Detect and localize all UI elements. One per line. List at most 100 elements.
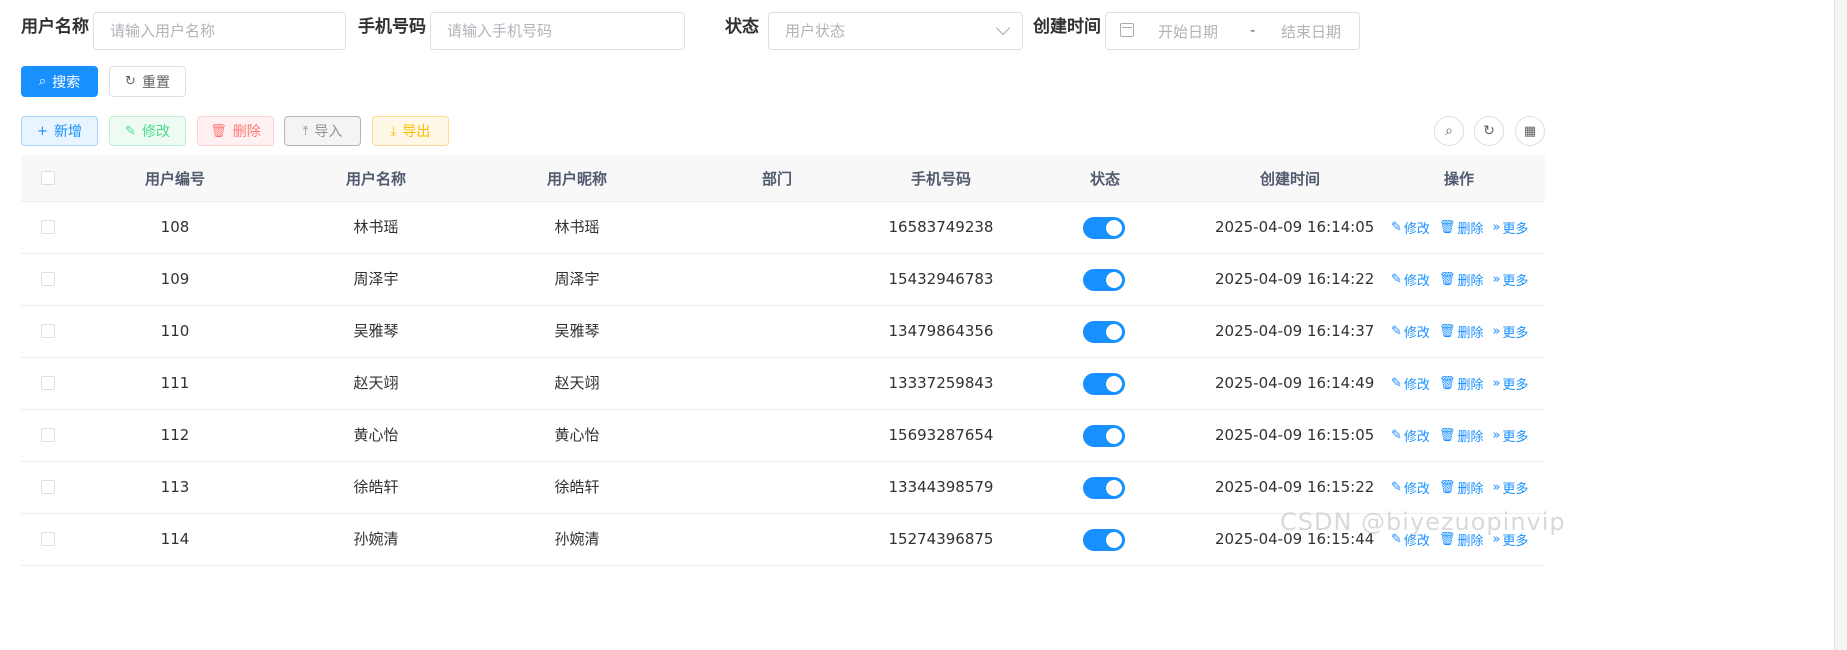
row-more-link[interactable]: » 更多	[1492, 270, 1528, 289]
col-status: 状态	[1089, 169, 1120, 188]
row-checkbox[interactable]	[41, 324, 55, 338]
status-toggle[interactable]	[1083, 477, 1125, 499]
trash-icon: 🗑	[1438, 376, 1456, 391]
row-delete-link[interactable]: 🗑 删除	[1439, 478, 1484, 497]
cell-created-time: 2025-04-09 16:14:37	[1215, 322, 1375, 340]
user-table: 用户编号 用户名称 用户昵称 部门 手机号码 状态 创建时间 操作 108 林书瑶…	[21, 155, 1545, 566]
edit-button-label: 修改	[141, 124, 170, 140]
cell-phone: 13479864356	[888, 322, 994, 340]
status-toggle[interactable]	[1083, 529, 1125, 551]
row-checkbox[interactable]	[41, 480, 55, 494]
cell-nickname: 林书瑶	[554, 218, 600, 236]
cell-user-id: 109	[160, 270, 190, 288]
search-icon: ⌕	[38, 74, 47, 89]
row-edit-link[interactable]: ✎ 修改	[1391, 478, 1430, 497]
row-more-link[interactable]: » 更多	[1492, 322, 1528, 341]
search-icon: ⌕	[1445, 123, 1453, 139]
status-toggle[interactable]	[1083, 269, 1125, 291]
row-actions: ✎ 修改 🗑 删除 » 更多	[1391, 410, 1528, 461]
table-row: 111 赵天翊 赵天翊 13337259843 2025-04-09 16:14:49 ✎…	[21, 358, 1545, 410]
phone-input-wrap[interactable]	[430, 12, 685, 50]
row-checkbox[interactable]	[41, 272, 55, 286]
status-select-input[interactable]	[769, 13, 1022, 49]
row-edit-label: 修改	[1403, 482, 1430, 497]
cell-nickname: 徐皓轩	[554, 478, 600, 496]
delete-button[interactable]: 🗑 删除	[197, 116, 274, 146]
status-select[interactable]	[768, 12, 1023, 50]
cell-nickname: 赵天翊	[554, 374, 600, 392]
row-more-link[interactable]: » 更多	[1492, 218, 1528, 237]
row-delete-link[interactable]: 🗑 删除	[1439, 218, 1484, 237]
delete-button-label: 删除	[232, 124, 261, 140]
row-checkbox[interactable]	[41, 220, 55, 234]
add-button[interactable]: + 新增	[21, 116, 98, 146]
double-chevron-right-icon: »	[1492, 480, 1501, 495]
row-checkbox[interactable]	[41, 428, 55, 442]
col-phone: 手机号码	[910, 169, 971, 188]
date-start-placeholder[interactable]: 开始日期	[1158, 21, 1218, 42]
page-scrollbar[interactable]	[1834, 0, 1847, 650]
reset-button[interactable]: ↻ 重置	[109, 66, 186, 97]
select-all-checkbox[interactable]	[41, 171, 55, 185]
col-created-time: 创建时间	[1259, 169, 1320, 188]
trash-icon: 🗑	[1438, 480, 1456, 495]
row-delete-link[interactable]: 🗑 删除	[1439, 426, 1484, 445]
status-toggle[interactable]	[1083, 217, 1125, 239]
table-header: 用户编号 用户名称 用户昵称 部门 手机号码 状态 创建时间 操作	[21, 155, 1545, 202]
row-more-link[interactable]: » 更多	[1492, 374, 1528, 393]
cell-user-id: 110	[160, 322, 190, 340]
cell-nickname: 吴雅琴	[554, 322, 600, 340]
plus-icon: +	[37, 123, 48, 139]
row-delete-label: 删除	[1457, 378, 1484, 393]
username-input-wrap[interactable]	[93, 12, 346, 50]
phone-label: 手机号码	[358, 17, 426, 37]
row-edit-link[interactable]: ✎ 修改	[1391, 270, 1430, 289]
row-checkbox[interactable]	[41, 532, 55, 546]
row-edit-link[interactable]: ✎ 修改	[1391, 374, 1430, 393]
status-toggle[interactable]	[1083, 425, 1125, 447]
col-user-id: 用户编号	[144, 169, 205, 188]
row-delete-label: 删除	[1457, 222, 1484, 237]
col-department: 部门	[761, 169, 792, 188]
row-edit-link[interactable]: ✎ 修改	[1391, 322, 1430, 341]
row-edit-link[interactable]: ✎ 修改	[1391, 218, 1430, 237]
add-button-label: 新增	[53, 124, 82, 140]
cell-created-time: 2025-04-09 16:15:05	[1215, 426, 1375, 444]
export-button[interactable]: ⤓ 导出	[372, 116, 449, 146]
row-delete-link[interactable]: 🗑 删除	[1439, 270, 1484, 289]
import-button[interactable]: ⤒ 导入	[284, 116, 361, 146]
row-actions: ✎ 修改 🗑 删除 » 更多	[1391, 462, 1528, 513]
cell-phone: 15693287654	[888, 426, 994, 444]
row-checkbox[interactable]	[41, 376, 55, 390]
cell-nickname: 孙婉清	[554, 530, 600, 548]
row-more-label: 更多	[1502, 222, 1529, 237]
cell-username: 周泽宇	[353, 270, 399, 288]
cell-created-time: 2025-04-09 16:15:22	[1215, 478, 1375, 496]
row-more-link[interactable]: » 更多	[1492, 478, 1528, 497]
status-toggle[interactable]	[1083, 373, 1125, 395]
date-separator: -	[1250, 21, 1256, 39]
search-button[interactable]: ⌕ 搜索	[21, 66, 98, 97]
row-delete-link[interactable]: 🗑 删除	[1439, 374, 1484, 393]
row-more-link[interactable]: » 更多	[1492, 426, 1528, 445]
date-end-placeholder[interactable]: 结束日期	[1281, 21, 1341, 42]
row-actions: ✎ 修改 🗑 删除 » 更多	[1391, 202, 1528, 253]
phone-input[interactable]	[431, 13, 684, 49]
double-chevron-right-icon: »	[1492, 220, 1501, 235]
toggle-search-button[interactable]: ⌕	[1434, 116, 1464, 146]
row-edit-label: 修改	[1403, 326, 1430, 341]
cell-username: 黄心怡	[353, 426, 399, 444]
cell-department	[733, 358, 821, 409]
columns-button[interactable]: ▦	[1515, 116, 1545, 146]
edit-button[interactable]: ✎ 修改	[109, 116, 186, 146]
date-range-picker[interactable]: 开始日期 - 结束日期	[1105, 12, 1360, 50]
username-input[interactable]	[94, 13, 345, 49]
search-button-label: 搜索	[52, 74, 81, 91]
row-actions: ✎ 修改 🗑 删除 » 更多	[1391, 358, 1528, 409]
table-row: 110 吴雅琴 吴雅琴 13479864356 2025-04-09 16:14:37 ✎…	[21, 306, 1545, 358]
row-delete-link[interactable]: 🗑 删除	[1439, 322, 1484, 341]
status-toggle[interactable]	[1083, 321, 1125, 343]
refresh-button[interactable]: ↻	[1474, 116, 1504, 146]
double-chevron-right-icon: »	[1492, 272, 1501, 287]
row-edit-link[interactable]: ✎ 修改	[1391, 426, 1430, 445]
